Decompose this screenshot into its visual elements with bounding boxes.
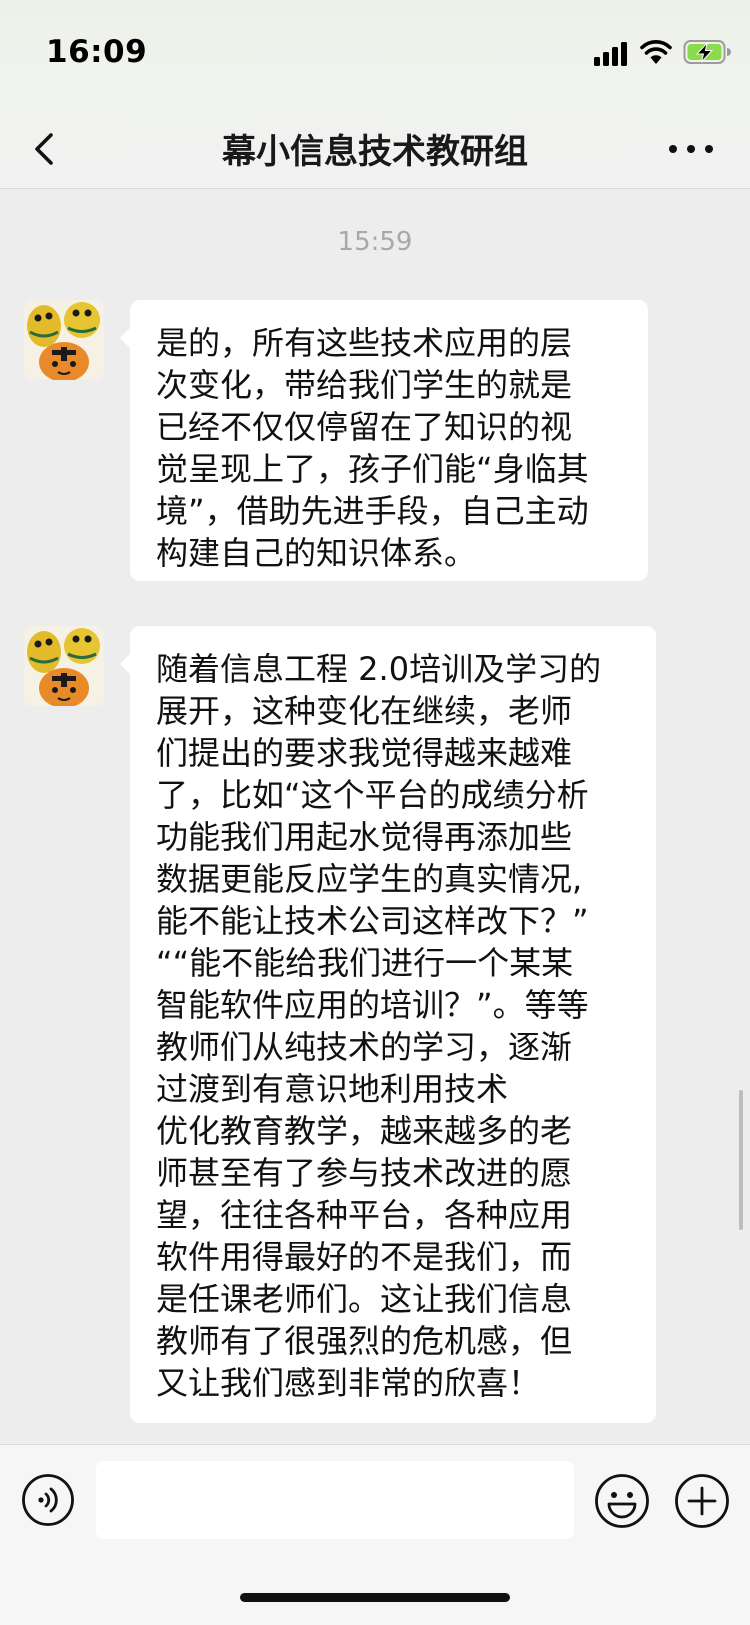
chat-title: 幕小信息技术教研组 bbox=[222, 132, 528, 172]
emoji-icon bbox=[595, 1474, 649, 1528]
message-text-line: 境”，借助先进手段，自己主动 bbox=[156, 492, 589, 530]
sender-avatar[interactable] bbox=[24, 626, 104, 706]
plus-button[interactable] bbox=[674, 1473, 730, 1529]
sender-avatar[interactable] bbox=[24, 300, 104, 380]
message-text-line: 优化教育教学，越来越多的老 bbox=[156, 1112, 573, 1150]
message-text-line: 教师们从纯技术的学习，逐渐 bbox=[156, 1028, 573, 1066]
input-bar bbox=[0, 1444, 750, 1625]
status-bar: 16:09 bbox=[0, 0, 750, 110]
navigation-bar: 幕小信息技术教研组 bbox=[0, 110, 750, 189]
more-button[interactable] bbox=[664, 126, 718, 172]
message-text-line: 望，往往各种平台，各种应用 bbox=[156, 1196, 573, 1234]
plus-icon bbox=[675, 1474, 729, 1528]
message-input[interactable] bbox=[96, 1461, 574, 1539]
message-text-line: 构建自己的知识体系。 bbox=[156, 534, 477, 572]
message-text-line: 软件用得最好的不是我们，而 bbox=[156, 1238, 573, 1276]
message-text-line: 觉呈现上了，孩子们能“身临其 bbox=[156, 450, 589, 488]
message-text-line: 次变化，带给我们学生的就是 bbox=[156, 366, 573, 404]
voice-icon bbox=[22, 1474, 74, 1526]
message-text-line: 又让我们感到非常的欣喜！ bbox=[156, 1364, 541, 1402]
scroll-indicator[interactable] bbox=[739, 1090, 743, 1230]
message-text-line: 已经不仅仅停留在了知识的视 bbox=[156, 408, 573, 446]
message-bubble[interactable]: 随着信息工程 2.0培训及学习的 展开，这种变化在继续，老师 们提出的要求我觉得… bbox=[120, 626, 656, 1423]
home-indicator bbox=[240, 1593, 510, 1602]
message-text-line: 了，比如“这个平台的成绩分析 bbox=[156, 776, 589, 814]
battery-charging-icon bbox=[683, 40, 731, 64]
message-text-line: ““能不能给我们进行一个某某 bbox=[156, 944, 574, 982]
message-text-line: 过渡到有意识地利用技术 bbox=[156, 1070, 509, 1108]
wifi-icon bbox=[640, 40, 672, 64]
message-text-line: 数据更能反应学生的真实情况, bbox=[156, 860, 583, 898]
message-text-line: 智能软件应用的培训？”。等等 bbox=[156, 986, 589, 1024]
voice-button[interactable] bbox=[21, 1473, 75, 1527]
message-text-line: 能不能让技术公司这样改下？” bbox=[156, 902, 589, 940]
back-button[interactable] bbox=[22, 124, 72, 174]
more-dots-icon bbox=[669, 145, 713, 153]
message-text-line: 是的，所有这些技术应用的层 bbox=[156, 324, 573, 362]
avatar-image bbox=[24, 300, 104, 380]
signal-icon bbox=[594, 40, 630, 66]
message-bubble[interactable]: 是的，所有这些技术应用的层 次变化，带给我们学生的就是 已经不仅仅停留在了知识的… bbox=[120, 300, 648, 581]
chat-area[interactable]: 15:59 是的，所有这些技术应用的层 次变化，带给我们学生的就是 已经不仅仅停… bbox=[0, 189, 750, 1444]
avatar-image bbox=[24, 626, 104, 706]
message-text-line: 们提出的要求我觉得越来越难 bbox=[156, 734, 573, 772]
message-text-line: 展开，这种变化在继续，老师 bbox=[156, 692, 573, 730]
message-text-line: 师甚至有了参与技术改进的愿 bbox=[156, 1154, 573, 1192]
message-timestamp: 15:59 bbox=[337, 227, 413, 257]
chevron-left-icon bbox=[35, 133, 53, 165]
message-text-line: 是任课老师们。这让我们信息 bbox=[156, 1280, 573, 1318]
message-text-line: 功能我们用起水觉得再添加些 bbox=[156, 818, 573, 856]
message-text-line: 教师有了很强烈的危机感，但 bbox=[156, 1322, 573, 1360]
emoji-button[interactable] bbox=[594, 1473, 650, 1529]
message-text-line: 随着信息工程 2.0培训及学习的 bbox=[156, 650, 602, 688]
status-time: 16:09 bbox=[46, 34, 148, 70]
